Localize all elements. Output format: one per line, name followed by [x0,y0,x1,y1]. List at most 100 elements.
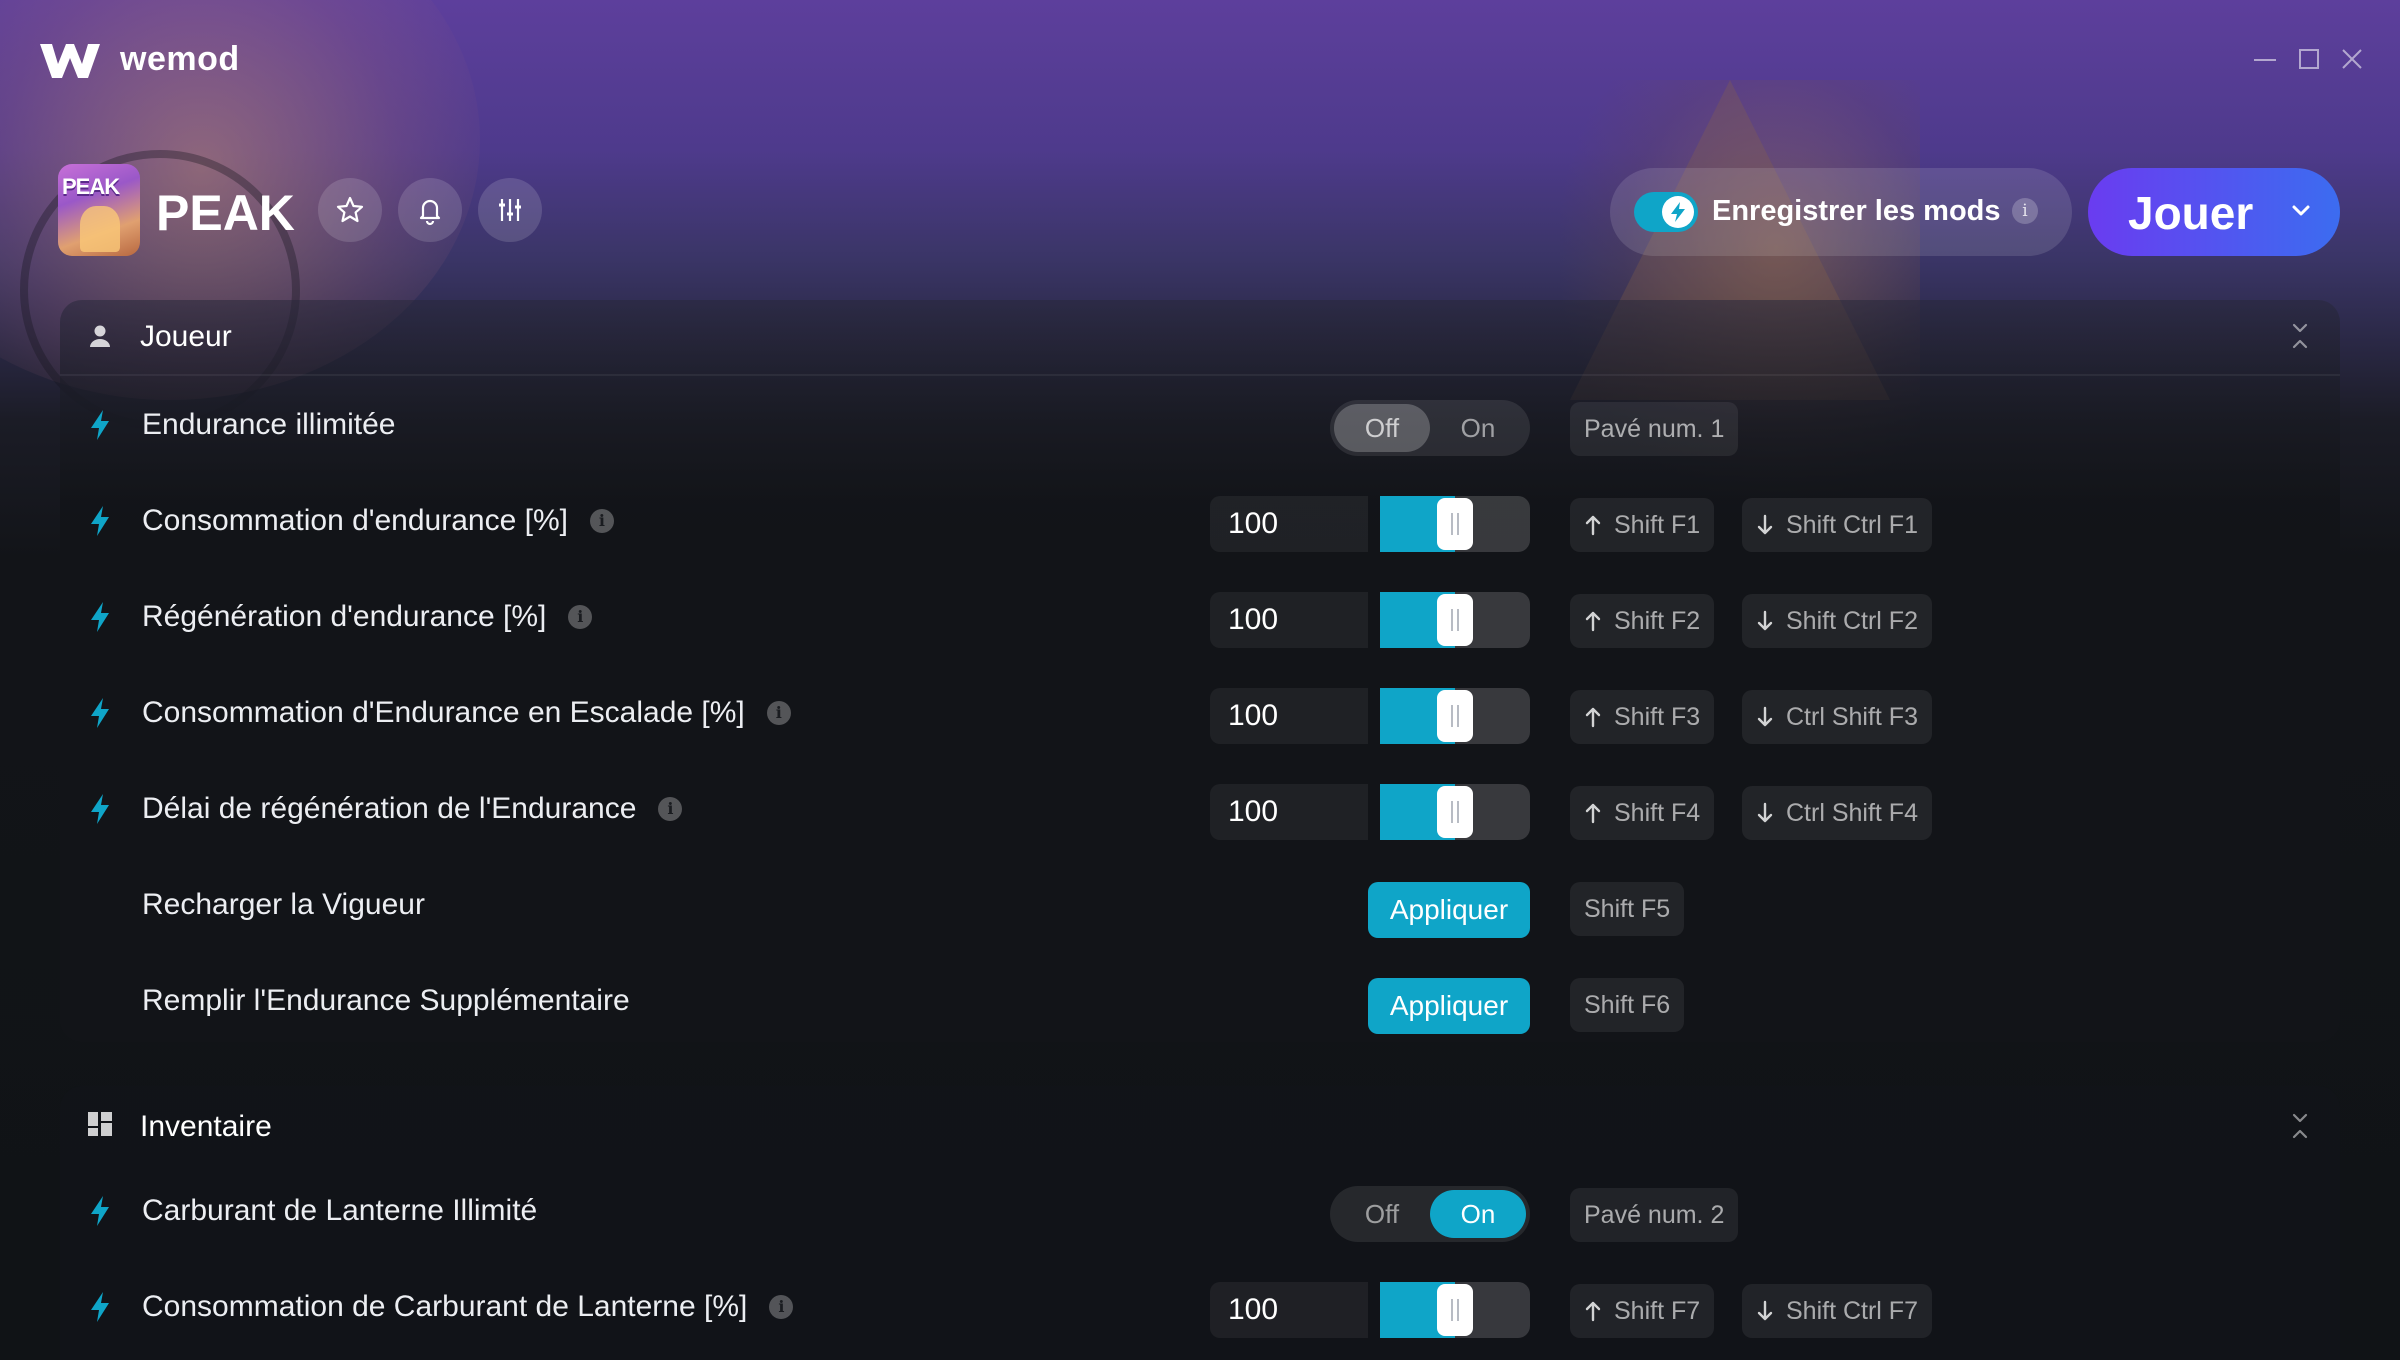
close-icon [2342,49,2362,69]
mod-row: Carburant de Lanterne Illimité Off On Pa… [60,1166,2340,1262]
hotkey-increase[interactable]: Shift F3 [1570,690,1715,744]
favorite-button[interactable] [318,178,382,242]
hotkey-decrease[interactable]: Ctrl Shift F4 [1742,786,1932,840]
hotkey[interactable]: Shift F6 [1570,978,1685,1032]
section-title: Inventaire [140,1110,272,1143]
hotkey-increase[interactable]: Shift F4 [1570,786,1715,840]
section-header[interactable]: Joueur [60,300,2340,376]
notifications-button[interactable] [398,178,462,242]
mod-row: Endurance illimitée Off On Pavé num. 1 [60,380,2340,476]
game-settings-button[interactable] [478,178,542,242]
mod-name: Délai de régénération de l'Endurance [142,792,637,825]
save-mods-toggle[interactable] [1634,192,1698,232]
apply-button[interactable]: Appliquer [1368,882,1530,938]
hotkey-label: Pavé num. 1 [1584,415,1725,443]
bell-icon [419,199,441,226]
hotkey-increase[interactable]: Shift F1 [1570,498,1715,552]
game-cover-image: PEAK [58,164,140,256]
info-icon[interactable]: i [766,701,791,725]
value-slider[interactable] [1380,688,1530,744]
hotkey-decrease[interactable]: Shift Ctrl F2 [1742,594,1932,648]
collapse-icon[interactable] [2286,320,2314,352]
app-brand: wemod [120,40,240,78]
title-bar: wemod [0,0,2400,120]
section-joueur: Joueur Endurance illimitée Off On Pavé n… [60,300,2340,1042]
slider-thumb[interactable] [1437,1284,1473,1336]
value-slider[interactable] [1380,1282,1530,1338]
hotkey-label: Shift F5 [1584,895,1671,923]
info-icon[interactable]: i [769,1295,794,1319]
hotkey-label: Shift F6 [1584,991,1671,1019]
mod-row: Recharger la Vigueur Appliquer Shift F5 [60,860,2340,956]
toggle-on-option[interactable]: On [1430,404,1526,452]
info-icon[interactable]: i [568,605,593,629]
toggle-on-option[interactable]: On [1430,1190,1526,1238]
value-input[interactable]: 100 [1210,496,1368,552]
slider-thumb[interactable] [1437,594,1473,646]
mod-toggle[interactable]: Off On [1330,1186,1530,1242]
arrow-down-icon [1757,1300,1773,1321]
apply-button[interactable]: Appliquer [1368,978,1530,1034]
mod-name: Remplir l'Endurance Supplémentaire [142,984,630,1017]
chevron-down-icon[interactable] [2288,198,2314,224]
hotkey[interactable]: Pavé num. 2 [1570,1188,1739,1242]
hotkey-label: Ctrl Shift F3 [1786,703,1918,731]
section-inventaire: Inventaire Carburant de Lanterne Illimit… [60,1086,2340,1360]
play-button[interactable]: Jouer [2088,168,2340,256]
hotkey[interactable]: Shift F5 [1570,882,1685,936]
value-input[interactable]: 100 [1210,784,1368,840]
info-icon[interactable]: i [658,797,683,821]
toggle-off-option[interactable]: Off [1334,1190,1430,1238]
value-input[interactable]: 100 [1210,688,1368,744]
maximize-icon [2299,49,2319,69]
value-slider[interactable] [1380,592,1530,648]
sliders-icon [499,199,521,221]
hotkey-label: Shift Ctrl F1 [1786,511,1918,539]
hotkey-decrease[interactable]: Shift Ctrl F7 [1742,1284,1932,1338]
arrow-up-icon [1585,1301,1601,1322]
close-button[interactable] [2337,44,2367,74]
slider-thumb[interactable] [1437,690,1473,742]
info-icon[interactable]: i [2012,198,2038,224]
value-input[interactable]: 100 [1210,1282,1368,1338]
value-slider[interactable] [1380,496,1530,552]
slider-thumb[interactable] [1437,498,1473,550]
mod-name: Carburant de Lanterne Illimité [142,1194,538,1227]
maximize-button[interactable] [2294,44,2324,74]
slider-thumb[interactable] [1437,786,1473,838]
mod-row: Consommation de Carburant de Lanterne [%… [60,1262,2340,1358]
mod-row: Remplir l'Endurance Supplémentaire Appli… [60,956,2340,1052]
hotkey-label: Shift F1 [1614,511,1701,539]
hotkey-label: Shift F3 [1614,703,1701,731]
hotkey-increase[interactable]: Shift F2 [1570,594,1715,648]
mod-name: Endurance illimitée [142,408,396,441]
arrow-down-icon [1757,802,1773,823]
save-mods-control[interactable]: Enregistrer les mods i [1610,168,2072,256]
collapse-icon[interactable] [2286,1110,2314,1142]
minimize-button[interactable] [2250,44,2280,74]
wemod-logo-icon [40,44,100,78]
lightning-bolt-icon [91,1292,109,1322]
mod-toggle[interactable]: Off On [1330,400,1530,456]
hotkey[interactable]: Pavé num. 1 [1570,402,1739,456]
arrow-up-icon [1585,611,1601,632]
arrow-up-icon [1585,803,1601,824]
hotkey-label: Shift F7 [1614,1297,1701,1325]
info-icon[interactable]: i [589,509,614,533]
hotkey-decrease[interactable]: Ctrl Shift F3 [1742,690,1932,744]
toggle-off-option[interactable]: Off [1334,404,1430,452]
arrow-down-icon [1757,706,1773,727]
value-input[interactable]: 100 [1210,592,1368,648]
lightning-bolt-icon [91,698,109,728]
section-header[interactable]: Inventaire [60,1086,2340,1162]
arrow-down-icon [1757,514,1773,535]
mod-row: Délai de régénération de l'Endurance i 1… [60,764,2340,860]
lightning-bolt-icon [91,602,109,632]
value-slider[interactable] [1380,784,1530,840]
hotkey-decrease[interactable]: Shift Ctrl F1 [1742,498,1932,552]
mod-name: Régénération d'endurance [%] [142,600,547,633]
hotkey-increase[interactable]: Shift F7 [1570,1284,1715,1338]
mod-name: Consommation d'endurance [%] [142,504,568,537]
hotkey-label: Shift Ctrl F7 [1786,1297,1918,1325]
game-title: PEAK [156,185,295,241]
